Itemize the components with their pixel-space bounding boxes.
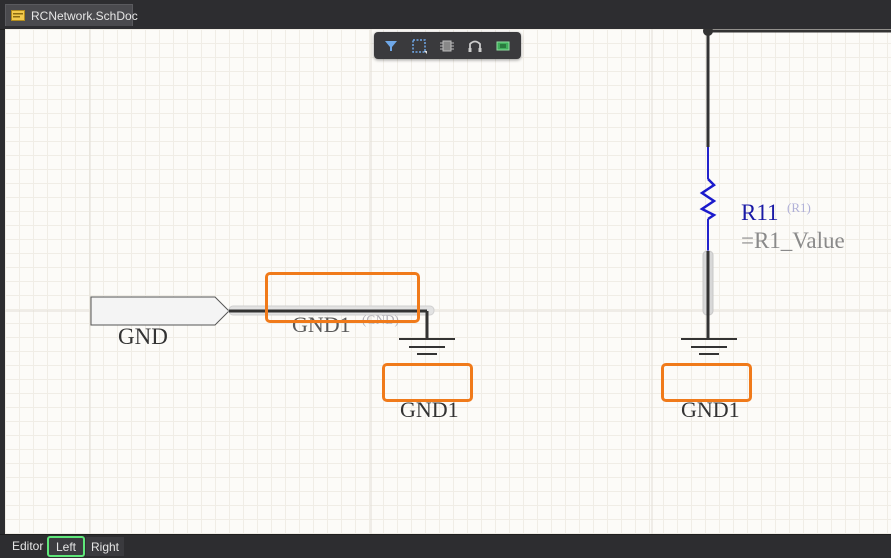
- highlight-net-label: [265, 272, 420, 323]
- component-button[interactable]: [436, 35, 458, 57]
- wire-button[interactable]: [464, 35, 486, 57]
- editor-label: Editor: [12, 539, 44, 553]
- floating-toolbar: [374, 32, 521, 59]
- wire-icon: [467, 38, 483, 54]
- schematic-doc-icon: [11, 10, 25, 21]
- select-rect-button[interactable]: [408, 35, 430, 57]
- port-label: GND: [118, 324, 168, 349]
- highlight-ground-1: [382, 363, 473, 402]
- resistor-superscript: (R1): [787, 200, 811, 215]
- filter-icon: [384, 39, 398, 53]
- tab-right[interactable]: Right: [86, 537, 124, 556]
- select-rect-icon: [411, 38, 427, 54]
- place-button[interactable]: [492, 35, 514, 57]
- schematic-canvas[interactable]: GND GND1 (GND) GND1 GND1 R11 (R1) =R1_Va…: [5, 29, 891, 534]
- document-tab[interactable]: RCNetwork.SchDoc: [5, 4, 138, 26]
- highlight-ground-2: [661, 363, 752, 402]
- component-icon: [439, 38, 455, 54]
- resistor-symbol: [699, 178, 717, 221]
- tab-right-label: Right: [90, 539, 119, 554]
- document-tab-bar: RCNetwork.SchDoc: [0, 0, 891, 30]
- port-shape: [90, 296, 230, 326]
- tab-left-label: Left: [55, 539, 76, 554]
- document-tab-label: RCNetwork.SchDoc: [31, 8, 138, 23]
- resistor-designator: R11: [741, 200, 779, 225]
- filter-button[interactable]: [380, 35, 402, 57]
- place-icon: [495, 38, 511, 54]
- resistor-value: =R1_Value: [741, 228, 845, 253]
- bottom-bar: Editor Left Right: [0, 534, 891, 558]
- tab-left[interactable]: Left: [47, 536, 85, 557]
- schematic-drawing: [5, 29, 891, 534]
